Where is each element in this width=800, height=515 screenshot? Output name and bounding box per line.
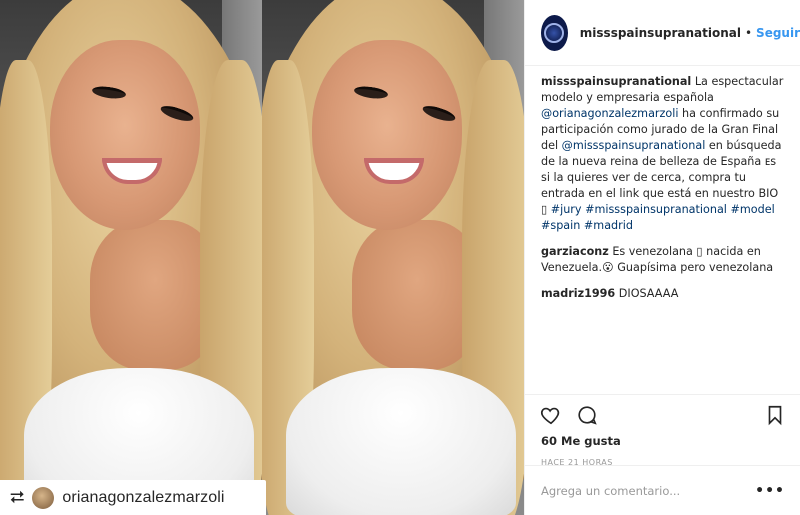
repost-username: orianagonzalezmarzoli [62,488,225,506]
caption-username[interactable]: missspainsupranational [541,75,691,88]
hashtag-link[interactable]: #model [730,203,774,216]
comment-icon[interactable] [573,401,601,429]
photo-left-pane [0,0,262,515]
follow-button[interactable]: Seguir [756,26,800,40]
hashtag-link[interactable]: #jury [551,203,582,216]
post-header: missspainsupranational • Seguir [525,0,800,66]
add-comment-bar: ••• [525,465,800,515]
action-section: 60 Me gusta HACE 21 HORAS [525,394,800,467]
mention-link[interactable]: @orianagonzalezmarzoli [541,107,678,120]
mention-link[interactable]: @missspainsupranational [562,139,706,152]
header-username[interactable]: missspainsupranational [580,26,741,40]
comment-input[interactable] [541,483,756,498]
photo-right-pane [262,0,524,515]
action-bar [537,400,789,430]
comment-text: DIOSAAAA [615,287,679,300]
hashtag-link[interactable]: #spain [541,219,580,232]
header-dot: • [744,25,753,40]
hashtag-link[interactable]: #missspainsupranational [585,203,727,216]
post-sidebar: missspainsupranational • Seguir missspains… [524,0,800,515]
more-options-icon[interactable]: ••• [755,483,785,499]
crest-icon [544,22,565,43]
comment-item: garziaconz Es venezolana ▯ nacida en Ven… [541,244,784,276]
comment-username[interactable]: madriz1996 [541,287,615,300]
hashtag-link[interactable]: #madrid [584,219,633,232]
comment-item: madriz1996 DIOSAAAA [541,286,784,302]
bookmark-icon[interactable] [761,401,789,429]
repost-icon: ⮂ [10,486,25,508]
post-photo[interactable]: ⮂ orianagonzalezmarzoli [0,0,524,515]
instagram-post: ⮂ orianagonzalezmarzoli missspainsuprana… [0,0,800,515]
repost-credit: ⮂ orianagonzalezmarzoli [0,480,266,515]
likes-count[interactable]: 60 Me gusta [537,434,789,448]
comment-username[interactable]: garziaconz [541,245,609,258]
comment-list: missspainsupranational La espectacular m… [525,66,800,302]
repost-avatar [32,486,55,509]
caption: missspainsupranational La espectacular m… [541,74,784,234]
profile-avatar[interactable] [541,14,568,51]
heart-icon[interactable] [537,401,565,429]
